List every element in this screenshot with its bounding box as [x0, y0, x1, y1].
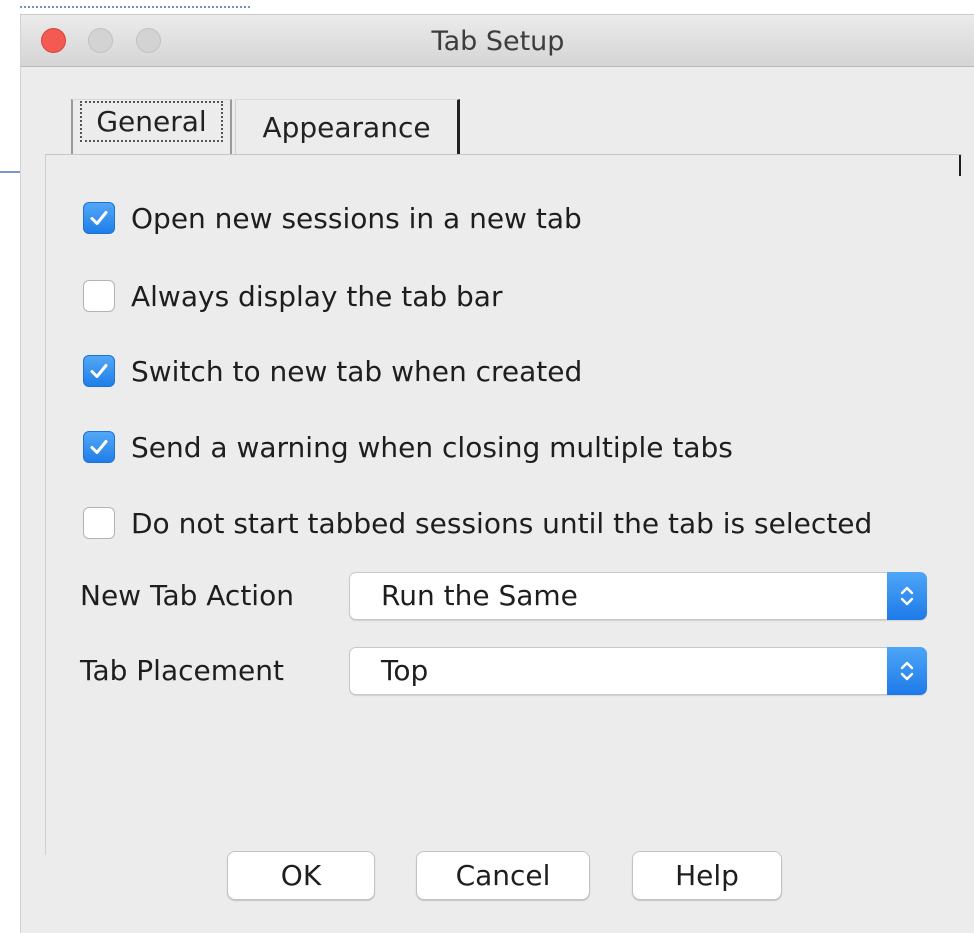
- ok-button[interactable]: OK: [227, 851, 375, 900]
- window-title: Tab Setup: [431, 26, 565, 57]
- option-do-not-start-until-selected[interactable]: Do not start tabbed sessions until the t…: [83, 503, 872, 543]
- option-always-display-tab-bar[interactable]: Always display the tab bar: [83, 276, 502, 316]
- tab-setup-dialog: Tab Setup General Appearance Open new se…: [20, 14, 974, 933]
- new-tab-action-label: New Tab Action: [80, 579, 294, 612]
- option-warn-closing-multiple-tabs[interactable]: Send a warning when closing multiple tab…: [83, 427, 733, 467]
- tab-appearance-label: Appearance: [262, 111, 431, 144]
- option-switch-to-new-tab[interactable]: Switch to new tab when created: [83, 351, 582, 391]
- checkmark-icon: [90, 364, 108, 378]
- option-open-new-sessions-in-new-tab[interactable]: Open new sessions in a new tab: [83, 198, 582, 238]
- option-label: Send a warning when closing multiple tab…: [131, 430, 733, 464]
- checkbox-checked[interactable]: [83, 431, 115, 463]
- help-button[interactable]: Help: [632, 851, 782, 900]
- tab-appearance[interactable]: Appearance: [235, 99, 460, 155]
- option-label: Always display the tab bar: [131, 279, 503, 313]
- cancel-button[interactable]: Cancel: [416, 851, 590, 900]
- checkbox-checked[interactable]: [83, 202, 115, 234]
- option-label: Do not start tabbed sessions until the t…: [131, 506, 873, 540]
- checkbox-checked[interactable]: [83, 355, 115, 387]
- option-label: Open new sessions in a new tab: [131, 201, 582, 235]
- checkbox-unchecked[interactable]: [83, 507, 115, 539]
- background-window-edge: [20, 6, 250, 14]
- panel-edge-mark: [959, 155, 961, 176]
- tab-general-label: General: [80, 101, 223, 142]
- option-label: Switch to new tab when created: [131, 354, 583, 388]
- tab-general[interactable]: General: [71, 99, 232, 155]
- checkbox-unchecked[interactable]: [83, 280, 115, 312]
- select-stepper-icon[interactable]: [887, 572, 927, 620]
- new-tab-action-select[interactable]: Run the Same: [349, 572, 927, 620]
- tab-placement-label: Tab Placement: [80, 654, 284, 687]
- checkmark-icon: [90, 440, 108, 454]
- select-stepper-icon[interactable]: [887, 647, 927, 695]
- new-tab-action-value: Run the Same: [381, 579, 578, 612]
- tab-placement-select[interactable]: Top: [349, 647, 927, 695]
- checkmark-icon: [90, 211, 108, 225]
- tab-placement-value: Top: [381, 654, 429, 687]
- title-bar[interactable]: Tab Setup: [21, 15, 974, 67]
